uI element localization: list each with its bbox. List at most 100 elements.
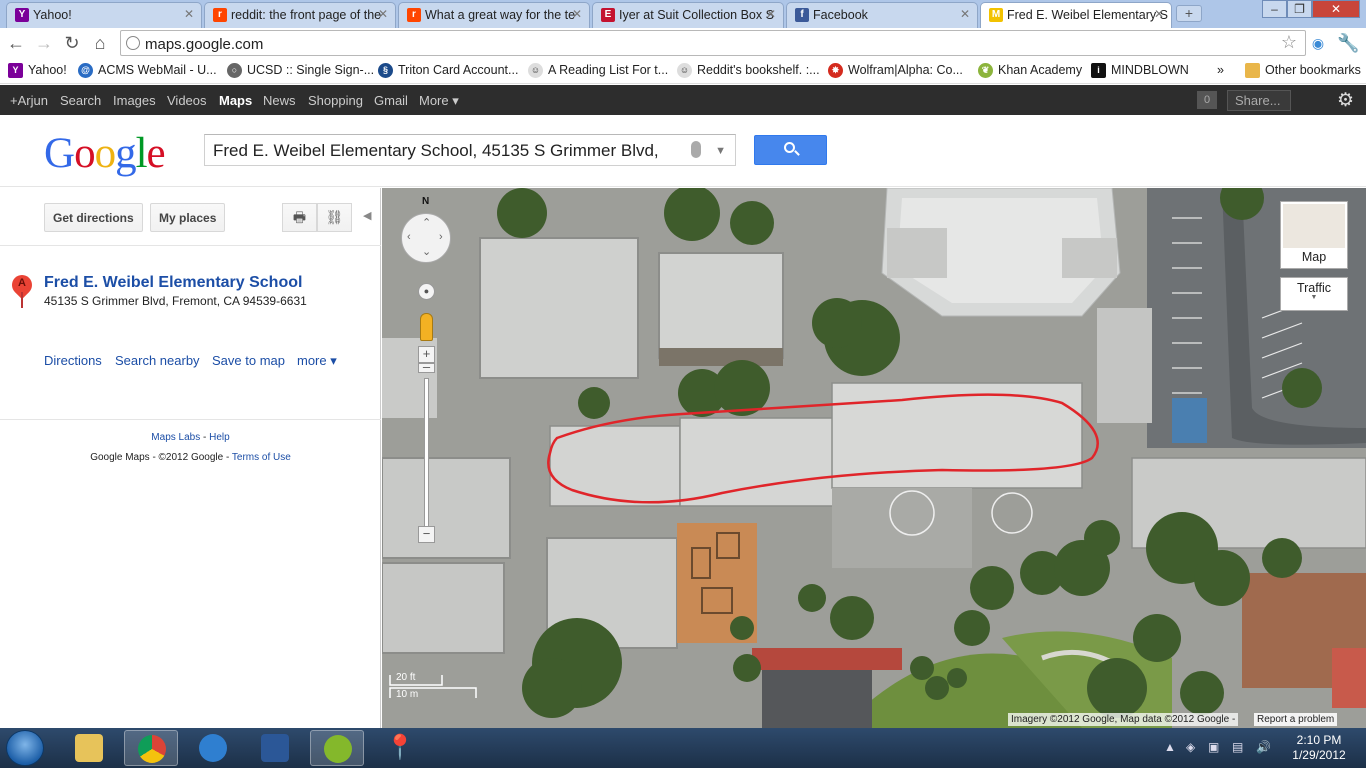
bookmark-wolfram[interactable]: ✸ Wolfram|Alpha: Co... — [828, 63, 963, 78]
close-window-button[interactable]: ✕ — [1312, 0, 1360, 18]
more-link[interactable]: more ▾ — [297, 353, 337, 369]
reset-view-icon[interactable]: ● — [418, 283, 435, 300]
home-button[interactable]: ⌂ — [89, 32, 111, 54]
print-icon[interactable]: 🖶 — [282, 203, 317, 232]
save-to-map-link[interactable]: Save to map — [212, 353, 285, 368]
tab-facebook[interactable]: f Facebook ✕ — [786, 2, 978, 28]
bookmark-mindblown[interactable]: i MINDBLOWN — [1091, 63, 1189, 78]
volume-icon[interactable]: 🔊 — [1256, 740, 1271, 754]
bookmark-label: ACMS WebMail - U... — [98, 63, 217, 77]
show-hidden-icons[interactable]: ▲ — [1164, 740, 1176, 754]
wrench-icon[interactable]: 🔧 — [1337, 32, 1359, 54]
bookmark-khan-academy[interactable]: ❦ Khan Academy — [978, 63, 1082, 78]
bookmark-reading-list[interactable]: ☺ A Reading List For t... — [528, 63, 668, 78]
share-box[interactable]: Share... — [1227, 90, 1291, 111]
bookmark-ucsd[interactable]: ○ UCSD :: Single Sign-... — [227, 63, 374, 78]
forward-button[interactable]: → — [33, 32, 55, 54]
taskbar-word[interactable] — [248, 730, 302, 766]
gbar-profile[interactable]: +Arjun — [10, 93, 48, 108]
maximize-button[interactable]: ❐ — [1287, 0, 1312, 18]
network-icon[interactable]: ▤ — [1232, 740, 1243, 754]
close-icon[interactable]: ✕ — [1154, 7, 1164, 21]
system-clock[interactable]: 2:10 PM 1/29/2012 — [1283, 733, 1355, 763]
my-places-button[interactable]: My places — [150, 203, 226, 232]
taskbar-pushpin[interactable]: 📍 — [372, 730, 426, 766]
address-bar[interactable]: maps.google.com ☆ — [120, 30, 1306, 56]
back-button[interactable]: ← — [5, 32, 27, 54]
maps-labs-link[interactable]: Maps Labs — [151, 432, 200, 443]
taskbar-explorer[interactable] — [62, 730, 116, 766]
terms-link[interactable]: Terms of Use — [232, 452, 291, 463]
pan-right-icon[interactable]: › — [439, 231, 443, 243]
zoom-out-button[interactable]: − — [418, 526, 435, 543]
google-logo[interactable]: Google — [44, 129, 166, 178]
pan-control[interactable]: ⌃ ⌄ ‹ › — [401, 213, 451, 263]
tab-reddit[interactable]: r reddit: the front page of the ✕ — [204, 2, 396, 28]
gear-icon[interactable]: ⚙ — [1337, 89, 1354, 112]
windows-taskbar: 📍 ▲ ◈ ▣ ▤ 🔊 2:10 PM 1/29/2012 — [0, 728, 1366, 768]
report-problem-link[interactable]: Report a problem — [1254, 713, 1338, 726]
aerial-imagery — [382, 188, 1366, 728]
search-nearby-link[interactable]: Search nearby — [115, 353, 200, 368]
tab-title: Yahoo! — [33, 8, 72, 22]
get-directions-button[interactable]: Get directions — [44, 203, 143, 232]
other-bookmarks[interactable]: Other bookmarks — [1245, 63, 1361, 78]
bookmark-label: Yahoo! — [28, 63, 67, 77]
bookmark-reddit-bookshelf[interactable]: ☺ Reddit's bookshelf. :... — [677, 63, 820, 78]
bookmark-star-icon[interactable]: ☆ — [1281, 32, 1297, 53]
result-title[interactable]: Fred E. Weibel Elementary School — [44, 274, 302, 292]
map-type-button[interactable]: Map — [1280, 201, 1348, 269]
gbar-search[interactable]: Search — [60, 93, 101, 108]
directions-link[interactable]: Directions — [44, 353, 102, 368]
notification-count[interactable]: 0 — [1197, 91, 1217, 109]
extension-icon[interactable]: ◉ — [1308, 32, 1328, 54]
bookmark-yahoo[interactable]: Y Yahoo! — [8, 63, 67, 78]
pegman-icon[interactable] — [420, 313, 433, 341]
taskbar-spotify[interactable] — [310, 730, 364, 766]
dropbox-icon[interactable]: ◈ — [1186, 740, 1195, 754]
bookmark-acms[interactable]: @ ACMS WebMail - U... — [78, 63, 217, 78]
bookmarks-overflow-chevron[interactable]: » — [1217, 63, 1224, 77]
taskbar-itunes[interactable] — [186, 730, 240, 766]
pan-left-icon[interactable]: ‹ — [407, 231, 411, 243]
device-icon[interactable]: ▣ — [1208, 740, 1219, 754]
microphone-icon[interactable] — [691, 141, 701, 158]
gbar-shopping[interactable]: Shopping — [308, 93, 363, 108]
bookmark-triton[interactable]: § Triton Card Account... — [378, 63, 518, 78]
tab-reddit-post[interactable]: r What a great way for the te ✕ — [398, 2, 590, 28]
satellite-map[interactable]: ⌃ ⌄ ‹ › N ● + – − Map Traffic ▼ 20 ft 10… — [382, 188, 1366, 728]
zoom-slider-handle[interactable]: – — [418, 360, 435, 373]
close-icon[interactable]: ✕ — [960, 7, 970, 21]
close-icon[interactable]: ✕ — [378, 7, 388, 21]
taskbar-chrome[interactable] — [124, 730, 178, 766]
gbar-videos[interactable]: Videos — [167, 93, 207, 108]
reddit-icon: r — [407, 8, 421, 22]
reload-button[interactable]: ↻ — [61, 32, 83, 54]
gbar-images[interactable]: Images — [113, 93, 156, 108]
close-icon[interactable]: ✕ — [572, 7, 582, 21]
search-button[interactable] — [754, 135, 827, 165]
gbar-news[interactable]: News — [263, 93, 296, 108]
tab-espn[interactable]: E Iyer at Suit Collection Box S ✕ — [592, 2, 784, 28]
new-tab-button[interactable]: + — [1176, 5, 1202, 22]
zoom-slider-track[interactable] — [424, 378, 429, 530]
gbar-gmail[interactable]: Gmail — [374, 93, 408, 108]
gbar-more[interactable]: More ▾ — [419, 93, 459, 109]
tab-google-maps[interactable]: M Fred E. Weibel Elementary S ✕ — [980, 2, 1172, 28]
pan-up-icon[interactable]: ⌃ — [422, 216, 431, 229]
close-icon[interactable]: ✕ — [184, 7, 194, 21]
gbar-maps[interactable]: Maps — [219, 93, 252, 108]
search-input[interactable]: Fred E. Weibel Elementary School, 45135 … — [204, 134, 736, 166]
start-button[interactable] — [6, 730, 44, 766]
chevron-down-icon[interactable]: ▼ — [715, 145, 726, 157]
tab-yahoo[interactable]: Y Yahoo! ✕ — [6, 2, 202, 28]
traffic-button[interactable]: Traffic ▼ — [1280, 277, 1348, 311]
link-icon[interactable]: ⛓ — [317, 203, 352, 232]
collapse-panel-icon[interactable]: ◀ — [363, 209, 371, 222]
webmail-icon: @ — [78, 63, 93, 78]
ucsd-icon: ○ — [227, 63, 242, 78]
help-link[interactable]: Help — [209, 432, 230, 443]
close-icon[interactable]: ✕ — [766, 7, 776, 21]
pan-down-icon[interactable]: ⌄ — [422, 245, 431, 258]
minimize-button[interactable]: – — [1262, 0, 1287, 18]
